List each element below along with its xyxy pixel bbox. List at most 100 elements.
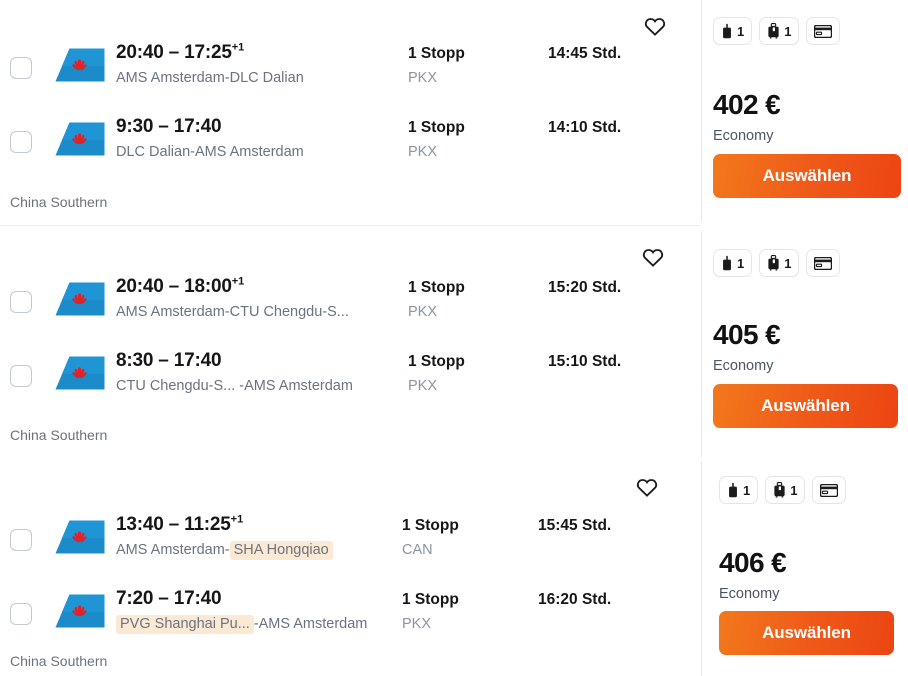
airline-tailfin-icon xyxy=(54,517,106,557)
leg-stops-count: 1 Stopp xyxy=(402,591,459,608)
leg-time-text: 9:30 – 17:40 xyxy=(116,116,222,137)
airline-tailfin-icon xyxy=(54,353,106,393)
itinerary-pane: 13:40 – 11:25+1 AMS Amsterdam- SHA Hongqia… xyxy=(0,461,701,676)
leg-origin: AMS Amsterdam- xyxy=(116,304,230,320)
leg-route: DLC Dalian-AMS Amsterdam xyxy=(116,141,408,163)
leg-select-checkbox[interactable] xyxy=(10,529,32,551)
flight-leg-row[interactable]: 13:40 – 11:25+1 AMS Amsterdam- SHA Hongqia… xyxy=(10,511,701,573)
favorite-button[interactable] xyxy=(642,14,668,38)
leg-duration: 14:10 Std. xyxy=(548,119,622,136)
leg-origin: AMS Amsterdam- xyxy=(116,70,230,86)
leg-stopover-codes: PKX xyxy=(408,70,438,86)
leg-route: CTU Chengdu-S... -AMS Amsterdam xyxy=(116,375,408,397)
flight-result-card[interactable]: 20:40 – 18:00+1 AMS Amsterdam-CTU Chengdu… xyxy=(0,231,908,457)
baggage-count: 1 xyxy=(790,482,798,498)
itinerary-pane: 20:40 – 18:00+1 AMS Amsterdam-CTU Chengdu… xyxy=(0,231,701,457)
flight-leg-row[interactable]: 8:30 – 17:40 CTU Chengdu-S... -AMS Amster… xyxy=(10,347,701,409)
leg-time: 20:40 – 17:25+1 xyxy=(116,40,408,66)
leg-origin: CTU Chengdu-S... - xyxy=(116,378,245,394)
baggage-count: 1 xyxy=(784,23,792,39)
baggage-chip[interactable] xyxy=(812,476,847,504)
leg-time: 9:30 – 17:40 xyxy=(116,114,408,140)
flight-leg-row[interactable]: 20:40 – 18:00+1 AMS Amsterdam-CTU Chengdu… xyxy=(10,273,701,335)
leg-times-block: 20:40 – 17:25+1 AMS Amsterdam-DLC Dalian xyxy=(116,39,408,89)
airline-name: China Southern xyxy=(10,653,108,669)
leg-duration: 15:20 Std. xyxy=(548,279,622,296)
select-fare-button[interactable]: Auswählen xyxy=(719,611,894,655)
select-fare-button[interactable]: Auswählen xyxy=(713,154,901,198)
cabin-class-label: Economy xyxy=(713,358,774,374)
baggage-chip[interactable]: 1 xyxy=(713,17,753,45)
leg-stops-block: 1 Stopp PKX xyxy=(408,347,548,397)
price-pane: 1 1 405 € Economy Auswählen xyxy=(701,231,908,457)
leg-times-block: 13:40 – 11:25+1 AMS Amsterdam- SHA Hongqia… xyxy=(116,511,402,561)
leg-origin-highlight: PVG Shanghai Pu... xyxy=(116,615,254,634)
airline-logo xyxy=(54,119,106,159)
leg-stops-block: 1 Stopp PKX xyxy=(408,273,548,323)
baggage-chip[interactable]: 1 xyxy=(713,249,753,277)
airline-logo xyxy=(54,353,106,393)
cabin-bag-icon xyxy=(773,482,786,498)
leg-time: 13:40 – 11:25+1 xyxy=(116,512,402,538)
flight-leg-row[interactable]: 20:40 – 17:25+1 AMS Amsterdam-DLC Dalian 1… xyxy=(10,39,701,101)
heart-icon xyxy=(642,247,664,267)
leg-duration-block: 15:45 Std. xyxy=(538,511,611,538)
airline-logo xyxy=(54,45,106,85)
select-fare-button[interactable]: Auswählen xyxy=(713,384,898,428)
card-separator xyxy=(0,225,701,226)
leg-stopover-codes: PKX xyxy=(402,616,432,632)
leg-stopover-codes: PKX xyxy=(408,304,438,320)
cabin-bag-icon xyxy=(767,255,780,271)
personal-item-icon xyxy=(721,255,733,271)
leg-duration: 15:45 Std. xyxy=(538,517,612,534)
flight-result-card[interactable]: 20:40 – 17:25+1 AMS Amsterdam-DLC Dalian 1… xyxy=(0,0,908,222)
flight-result-card[interactable]: 13:40 – 11:25+1 AMS Amsterdam- SHA Hongqia… xyxy=(0,461,908,676)
baggage-chip[interactable] xyxy=(806,249,841,277)
leg-time-text: 20:40 – 18:00 xyxy=(116,276,232,297)
favorite-button[interactable] xyxy=(634,475,660,499)
leg-select-checkbox[interactable] xyxy=(10,365,32,387)
airline-tailfin-icon xyxy=(54,279,106,319)
leg-destination: CTU Chengdu-S... xyxy=(229,304,349,320)
leg-select-checkbox[interactable] xyxy=(10,291,32,313)
leg-next-day-badge: +1 xyxy=(231,41,245,54)
leg-next-day-badge: +1 xyxy=(231,275,245,288)
leg-duration-block: 14:45 Std. xyxy=(548,39,621,66)
cabin-class-label: Economy xyxy=(713,128,774,144)
leg-select-checkbox[interactable] xyxy=(10,603,32,625)
baggage-chip[interactable]: 1 xyxy=(759,17,800,45)
flight-leg-row[interactable]: 7:20 – 17:40 PVG Shanghai Pu... -AMS Amste… xyxy=(10,585,701,647)
leg-route: AMS Amsterdam-CTU Chengdu-S... xyxy=(116,301,408,323)
leg-duration-block: 15:20 Std. xyxy=(548,273,621,300)
personal-item-icon xyxy=(727,482,739,498)
flight-leg-row[interactable]: 9:30 – 17:40 DLC Dalian-AMS Amsterdam 1 St… xyxy=(10,113,701,175)
leg-times-block: 9:30 – 17:40 DLC Dalian-AMS Amsterdam xyxy=(116,113,408,163)
leg-time: 7:20 – 17:40 xyxy=(116,586,402,612)
airline-logo xyxy=(54,279,106,319)
baggage-chip[interactable] xyxy=(806,17,841,45)
leg-duration-block: 16:20 Std. xyxy=(538,585,611,612)
baggage-allowance-row: 11 xyxy=(719,476,847,504)
leg-destination: DLC Dalian xyxy=(229,70,304,86)
heart-icon xyxy=(644,16,666,36)
personal-item-icon xyxy=(721,23,733,39)
price-amount: 406 € xyxy=(719,547,787,578)
airline-tailfin-icon xyxy=(54,591,106,631)
leg-duration: 15:10 Std. xyxy=(548,353,622,370)
baggage-chip[interactable]: 1 xyxy=(765,476,806,504)
leg-destination: -AMS Amsterdam xyxy=(253,616,368,632)
baggage-chip[interactable]: 1 xyxy=(719,476,759,504)
baggage-count: 1 xyxy=(743,482,751,498)
credit-card-icon xyxy=(814,25,832,38)
leg-duration: 14:45 Std. xyxy=(548,45,622,62)
baggage-chip[interactable]: 1 xyxy=(759,249,800,277)
leg-select-checkbox[interactable] xyxy=(10,131,32,153)
leg-select-checkbox[interactable] xyxy=(10,57,32,79)
price-amount: 405 € xyxy=(713,319,781,350)
leg-destination: AMS Amsterdam xyxy=(194,144,304,160)
airline-name: China Southern xyxy=(10,194,108,210)
favorite-button[interactable] xyxy=(640,245,666,269)
leg-times-block: 8:30 – 17:40 CTU Chengdu-S... -AMS Amster… xyxy=(116,347,408,397)
leg-origin: DLC Dalian- xyxy=(116,144,195,160)
leg-time-text: 20:40 – 17:25 xyxy=(116,42,232,63)
